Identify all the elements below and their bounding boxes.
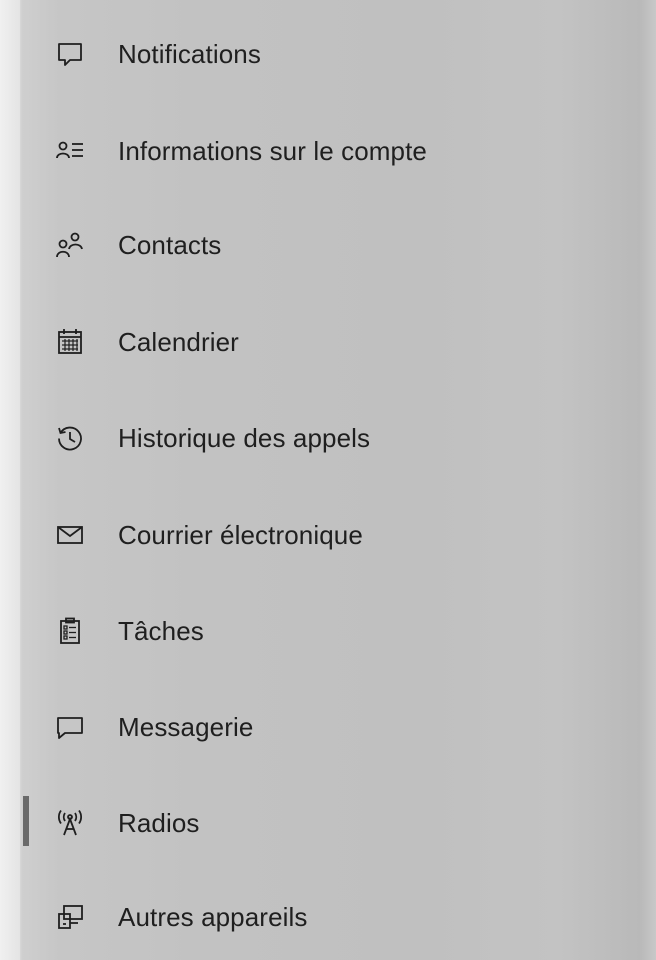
call-history-icon <box>52 420 88 456</box>
messaging-icon <box>52 709 88 745</box>
sidebar-item-label: Tâches <box>118 615 204 646</box>
contacts-icon <box>52 227 88 263</box>
sidebar-item-tasks[interactable]: Tâches <box>22 601 642 661</box>
privacy-settings-sidebar: Notifications Informations sur le compte… <box>0 0 656 960</box>
radio-antenna-icon <box>52 805 88 841</box>
sidebar-item-label: Courrier électronique <box>118 519 363 550</box>
sidebar-item-contacts[interactable]: Contacts <box>22 215 642 275</box>
account-info-icon <box>52 133 88 169</box>
sidebar-item-account-info[interactable]: Informations sur le compte <box>22 121 642 181</box>
sidebar-item-calendar[interactable]: Calendrier <box>22 312 642 372</box>
sidebar-item-messaging[interactable]: Messagerie <box>22 697 642 757</box>
sidebar-item-label: Calendrier <box>118 326 239 357</box>
sidebar-item-label: Contacts <box>118 229 222 260</box>
sidebar-item-radios[interactable]: Radios <box>22 793 642 853</box>
sidebar-item-notifications[interactable]: Notifications <box>22 24 642 84</box>
sidebar-item-email[interactable]: Courrier électronique <box>22 505 642 565</box>
sidebar-item-label: Notifications <box>118 38 261 69</box>
sidebar-item-label: Historique des appels <box>118 422 371 453</box>
mail-icon <box>52 517 88 553</box>
other-devices-icon <box>52 899 88 935</box>
sidebar-item-other-devices[interactable]: Autres appareils <box>22 887 642 947</box>
sidebar-item-label: Informations sur le compte <box>118 135 427 166</box>
sidebar-item-label: Radios <box>118 807 200 838</box>
tasks-icon <box>52 613 88 649</box>
notification-icon <box>52 36 88 72</box>
sidebar-item-call-history[interactable]: Historique des appels <box>22 408 642 468</box>
calendar-icon <box>52 324 88 360</box>
sidebar-item-label: Messagerie <box>118 711 254 742</box>
sidebar-item-label: Autres appareils <box>118 901 308 932</box>
